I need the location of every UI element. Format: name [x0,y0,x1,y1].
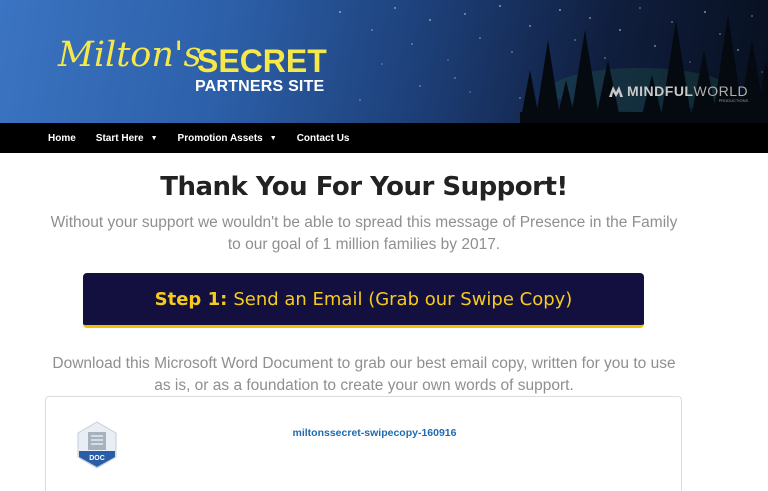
nav-item-label: Contact Us [296,132,350,144]
nav-item-label: Start Here [95,132,144,144]
nav-item-label: Promotion Assets [177,132,263,144]
step-1-email-button[interactable]: Step 1: Send an Email (Grab our Swipe Co… [83,273,644,328]
header-banner: Milton's SECRET PARTNERS SITE MINDFUL WO… [0,0,768,123]
intro-text: Without your support we wouldn't be able… [50,214,678,253]
logo-partners-site[interactable]: PARTNERS SITE [195,79,324,95]
doc-icon-label: DOC [89,455,105,462]
caret-down-icon: ▼ [150,134,158,142]
logo-miltons[interactable]: Milton's [58,38,202,73]
nav-item-start-here[interactable]: Start Here ▼ [96,133,158,144]
main-nav: Home Start Here ▼ Promotion Assets ▼ Con… [0,123,768,153]
logo-secret[interactable]: SECRET [197,45,327,77]
partner-logo-small: PRODUCTIONS [718,98,749,103]
partner-logo-bold: MINDFUL [627,83,694,99]
partner-logo-light: WORLD [693,83,749,99]
page-title: Thank You For Your Support! [160,172,568,202]
caret-down-icon: ▼ [269,134,277,142]
file-download-link[interactable]: miltonssecret-swipecopy-160916 [46,427,683,439]
mindful-world-mark-icon [609,86,623,97]
nav-item-home[interactable]: Home [48,133,76,144]
step-label: Send an Email (Grab our Swipe Copy) [233,288,573,310]
nav-item-contact-us[interactable]: Contact Us [297,133,350,144]
nav-item-promotion-assets[interactable]: Promotion Assets ▼ [178,133,277,144]
download-instructions: Download this Microsoft Word Document to… [52,355,676,394]
nav-item-label: Home [48,132,76,144]
step-number: Step 1: [154,288,228,310]
file-download-card: DOC miltonssecret-swipecopy-160916 [45,396,682,491]
mindful-world-logo: MINDFUL WORLD PRODUCTIONS [608,83,749,103]
